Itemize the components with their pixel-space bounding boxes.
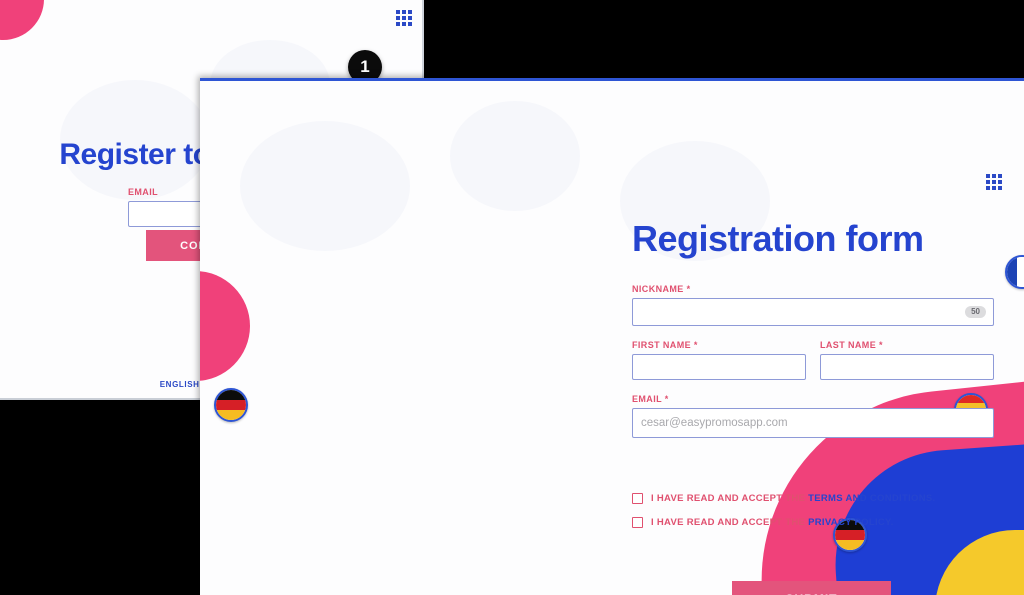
email-label-text: EMAIL	[632, 394, 662, 404]
screenshot-stage: 1 Register to participate EMAIL CONTINUE…	[0, 0, 1024, 595]
last-name-field-group: LAST NAME *	[820, 340, 994, 380]
background-watermark	[240, 121, 410, 251]
first-name-input[interactable]	[632, 354, 806, 380]
apps-grid-icon-glyph	[986, 174, 1002, 190]
terms-and-conditions-link[interactable]: TERMS AND CONDITIONS	[808, 493, 932, 504]
nickname-label: NICKNAME *	[632, 284, 994, 294]
decorative-pink-circle-left	[200, 271, 250, 381]
nickname-char-counter: 50	[965, 306, 986, 318]
french-flag-icon[interactable]	[1005, 255, 1024, 289]
privacy-checkbox-row[interactable]: I HAVE READ AND ACCEPT THE PRIVACY POLIC…	[632, 517, 1024, 528]
apps-grid-icon[interactable]	[986, 174, 1002, 190]
privacy-prefix-text: I HAVE READ AND ACCEPT THE	[651, 517, 809, 528]
german-flag-icon[interactable]	[214, 388, 248, 422]
required-marker: *	[664, 394, 669, 404]
first-name-field-group: FIRST NAME *	[632, 340, 806, 380]
privacy-policy-link[interactable]: PRIVACY POLICY	[808, 517, 891, 528]
terms-checkbox-label: I HAVE READ AND ACCEPT THE TERMS AND CON…	[651, 493, 935, 504]
first-name-label-text: FIRST NAME	[632, 340, 691, 350]
nickname-input[interactable]	[632, 298, 994, 326]
required-marker: *	[686, 284, 691, 294]
terms-prefix-text: I HAVE READ AND ACCEPT THE	[651, 493, 809, 504]
required-marker: *	[693, 340, 698, 350]
page-title: Registration form	[632, 218, 924, 259]
consent-checkbox-group: I HAVE READ AND ACCEPT THE TERMS AND CON…	[632, 493, 1024, 541]
last-name-label: LAST NAME *	[820, 340, 994, 350]
last-name-label-text: LAST NAME	[820, 340, 877, 350]
privacy-suffix-text: .	[890, 517, 894, 528]
first-name-label: FIRST NAME *	[632, 340, 806, 350]
apps-grid-icon[interactable]	[396, 10, 412, 26]
nickname-label-text: NICKNAME	[632, 284, 684, 294]
name-fields-row: FIRST NAME * LAST NAME *	[632, 340, 994, 380]
privacy-checkbox-label: I HAVE READ AND ACCEPT THE PRIVACY POLIC…	[651, 517, 894, 528]
nickname-field-group: NICKNAME * 50	[632, 284, 994, 326]
apps-grid-icon-glyph	[396, 10, 412, 26]
terms-checkbox[interactable]	[632, 493, 643, 504]
required-marker: *	[879, 340, 883, 350]
email-label: EMAIL *	[632, 394, 994, 404]
last-name-input[interactable]	[820, 354, 994, 380]
decorative-pink-circle-top-left	[0, 0, 44, 40]
privacy-checkbox[interactable]	[632, 517, 643, 528]
registration-form: NICKNAME * 50 FIRST NAME * LAST NAME * E…	[632, 284, 994, 452]
terms-suffix-text: .	[932, 493, 936, 504]
language-link-english[interactable]: ENGLISH	[160, 380, 200, 389]
email-field-group: EMAIL *	[632, 394, 994, 438]
terms-checkbox-row[interactable]: I HAVE READ AND ACCEPT THE TERMS AND CON…	[632, 493, 1024, 504]
submit-button[interactable]: SUBMIT	[732, 581, 891, 595]
window-registration-form: 2 Registration form NICKNAME * 50	[200, 78, 1024, 595]
background-watermark	[450, 101, 580, 211]
email-input[interactable]	[632, 408, 994, 438]
